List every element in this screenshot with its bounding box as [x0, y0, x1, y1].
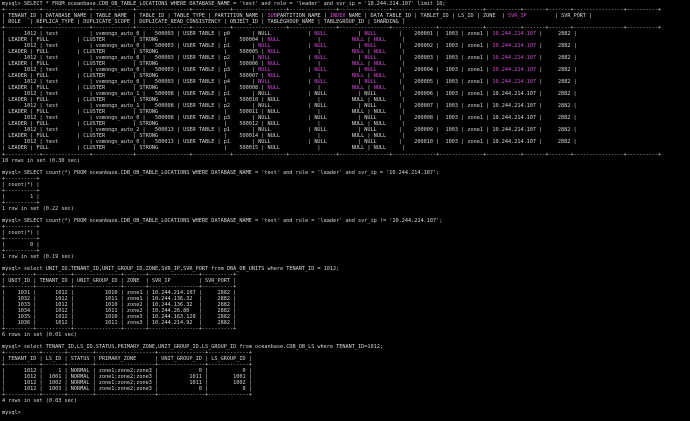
terminal-line: 10 rows in set (0.30 sec) — [2, 158, 80, 164]
highlighted-text: 10.244.214.107 — [492, 43, 537, 50]
terminal-line: 1 row in set (0.19 sec) — [2, 254, 74, 260]
terminal-line: 6 rows in set (0.01 sec) — [2, 332, 77, 338]
terminal-window[interactable]: mysql> SELECT * FROM oceanbase.CDB_OB_TA… — [0, 0, 690, 421]
terminal-text: | 2882 | — [536, 79, 577, 86]
terminal-text: mysql> SELECT count(*) FROM oceanbase.CD… — [2, 217, 443, 224]
terminal-text: 6 rows in set (0.01 sec) — [2, 332, 77, 339]
terminal-text: mysql> — [2, 410, 24, 417]
terminal-text: | 2882 | — [536, 31, 577, 38]
highlighted-text: 10.244.214.107 — [492, 31, 537, 38]
terminal-text: mysql> SELECT count(*) FROM oceanbase.CD… — [2, 169, 440, 176]
highlighted-text: 10.244.214.107 — [492, 55, 537, 62]
terminal-line: 4 rows in set (0.03 sec) — [2, 398, 77, 404]
terminal-line: mysql> SELECT count(*) FROM oceanbase.CD… — [2, 170, 439, 176]
terminal-line: mysql> SELECT count(*) FROM oceanbase.CD… — [2, 218, 442, 224]
terminal-text: 1 row in set (0.22 sec) — [2, 205, 74, 212]
terminal-text: +-----------+---------------+-----------… — [2, 151, 661, 158]
terminal-line: +-----------+---------------+-----------… — [2, 152, 661, 158]
terminal-text: 1 row in set (0.19 sec) — [2, 253, 74, 260]
terminal-text: | 2882 | — [536, 43, 577, 50]
terminal-text: | 2882 | — [536, 55, 577, 62]
terminal-text: | SVR_PORT | — [526, 13, 593, 20]
highlighted-text: 10.244.214.107 — [492, 79, 537, 86]
terminal-text: | 2882 | — [536, 67, 577, 74]
terminal-line: 1 row in set (0.22 sec) — [2, 206, 74, 212]
terminal-text: 10 rows in set (0.30 sec) — [2, 157, 81, 164]
highlighted-text: 10.244.214.107 — [492, 67, 537, 74]
terminal-line: mysql> — [2, 410, 24, 416]
highlighted-text: SVR_IP — [507, 13, 527, 20]
terminal-text: 4 rows in set (0.03 sec) — [2, 398, 77, 405]
